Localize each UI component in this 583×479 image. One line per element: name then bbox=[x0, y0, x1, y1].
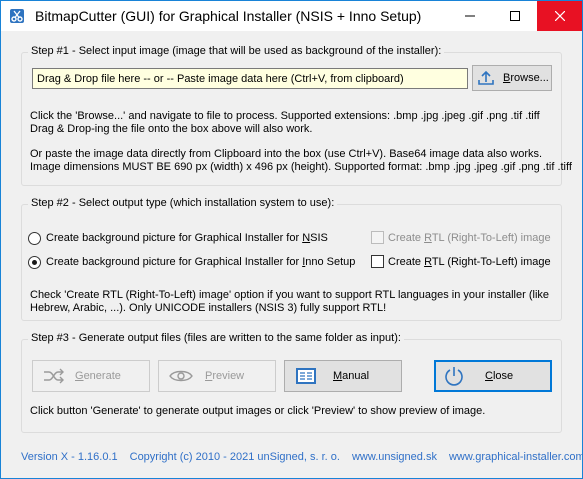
app-window: BitmapCutter (GUI) for Graphical Install… bbox=[0, 0, 583, 479]
title-bar[interactable]: BitmapCutter (GUI) for Graphical Install… bbox=[1, 1, 582, 31]
preview-label: Preview bbox=[205, 370, 245, 382]
image-drop-input[interactable] bbox=[32, 68, 468, 89]
rtl-note-line2: Hebrew, Arabic, ...). Only UNICODE insta… bbox=[30, 302, 387, 314]
upload-icon bbox=[478, 70, 494, 85]
version-text: Version X - 1.16.0.1 bbox=[21, 451, 118, 463]
step3-group: Step #3 - Generate output files (files a… bbox=[21, 332, 562, 433]
step1-title: Step #1 - Select input image (image that… bbox=[28, 45, 445, 57]
browse-button[interactable]: Browse... bbox=[472, 65, 552, 91]
radio-nsis[interactable] bbox=[28, 232, 41, 245]
radio-nsis-label[interactable]: Create background picture for Graphical … bbox=[46, 232, 328, 244]
step1-paste-line2: Image dimensions MUST BE 690 px (width) … bbox=[30, 161, 572, 173]
close-window-button[interactable] bbox=[537, 1, 582, 31]
rtl-inno-label[interactable]: Create RTL (Right-To-Left) image bbox=[388, 256, 551, 268]
step1-help-line2: Drag & Drop-ing the file onto the box ab… bbox=[30, 123, 313, 135]
preview-button[interactable]: Preview bbox=[158, 360, 276, 392]
shuffle-icon bbox=[43, 368, 65, 384]
generate-label: Generate bbox=[75, 370, 121, 382]
browse-label: Browse... bbox=[503, 72, 549, 84]
eye-icon bbox=[169, 368, 193, 384]
rtl-note-line1: Check 'Create RTL (Right-To-Left) image'… bbox=[30, 289, 550, 301]
minimize-icon bbox=[464, 15, 475, 17]
step2-group: Step #2 - Select output type (which inst… bbox=[21, 197, 562, 321]
rtl-nsis-checkbox[interactable] bbox=[371, 231, 384, 244]
graphical-installer-link[interactable]: www.graphical-installer.com bbox=[449, 451, 583, 463]
step1-paste-line1: Or paste the image data directly from Cl… bbox=[30, 148, 543, 160]
power-icon bbox=[443, 365, 465, 387]
unsigned-link[interactable]: www.unsigned.sk bbox=[352, 451, 437, 463]
rtl-nsis-label: Create RTL (Right-To-Left) image bbox=[388, 232, 551, 244]
step3-title: Step #3 - Generate output files (files a… bbox=[28, 332, 404, 344]
close-icon bbox=[554, 11, 565, 21]
step1-help-line1: Click the 'Browse...' and navigate to fi… bbox=[30, 110, 540, 122]
radio-inno-setup[interactable] bbox=[28, 256, 41, 269]
step1-group: Step #1 - Select input image (image that… bbox=[21, 45, 572, 186]
book-icon bbox=[295, 367, 317, 385]
maximize-icon bbox=[509, 11, 520, 21]
scissors-app-icon bbox=[9, 8, 25, 24]
close-button[interactable]: Close bbox=[434, 360, 552, 392]
window-title: BitmapCutter (GUI) for Graphical Install… bbox=[35, 8, 422, 24]
manual-label: Manual bbox=[333, 370, 370, 382]
maximize-button[interactable] bbox=[492, 1, 537, 31]
footer: Version X - 1.16.0.1 Copyright (c) 2010 … bbox=[21, 451, 583, 463]
step3-help: Click button 'Generate' to generate outp… bbox=[30, 405, 486, 417]
manual-button[interactable]: Manual bbox=[284, 360, 402, 392]
rtl-inno-checkbox[interactable] bbox=[371, 255, 384, 268]
generate-button[interactable]: Generate bbox=[32, 360, 150, 392]
step2-title: Step #2 - Select output type (which inst… bbox=[28, 197, 338, 209]
minimize-button[interactable] bbox=[447, 1, 492, 31]
radio-inno-label[interactable]: Create background picture for Graphical … bbox=[46, 256, 355, 268]
copyright-text: Copyright (c) 2010 - 2021 unSigned, s. r… bbox=[129, 451, 340, 463]
close-label: Close bbox=[485, 370, 514, 382]
